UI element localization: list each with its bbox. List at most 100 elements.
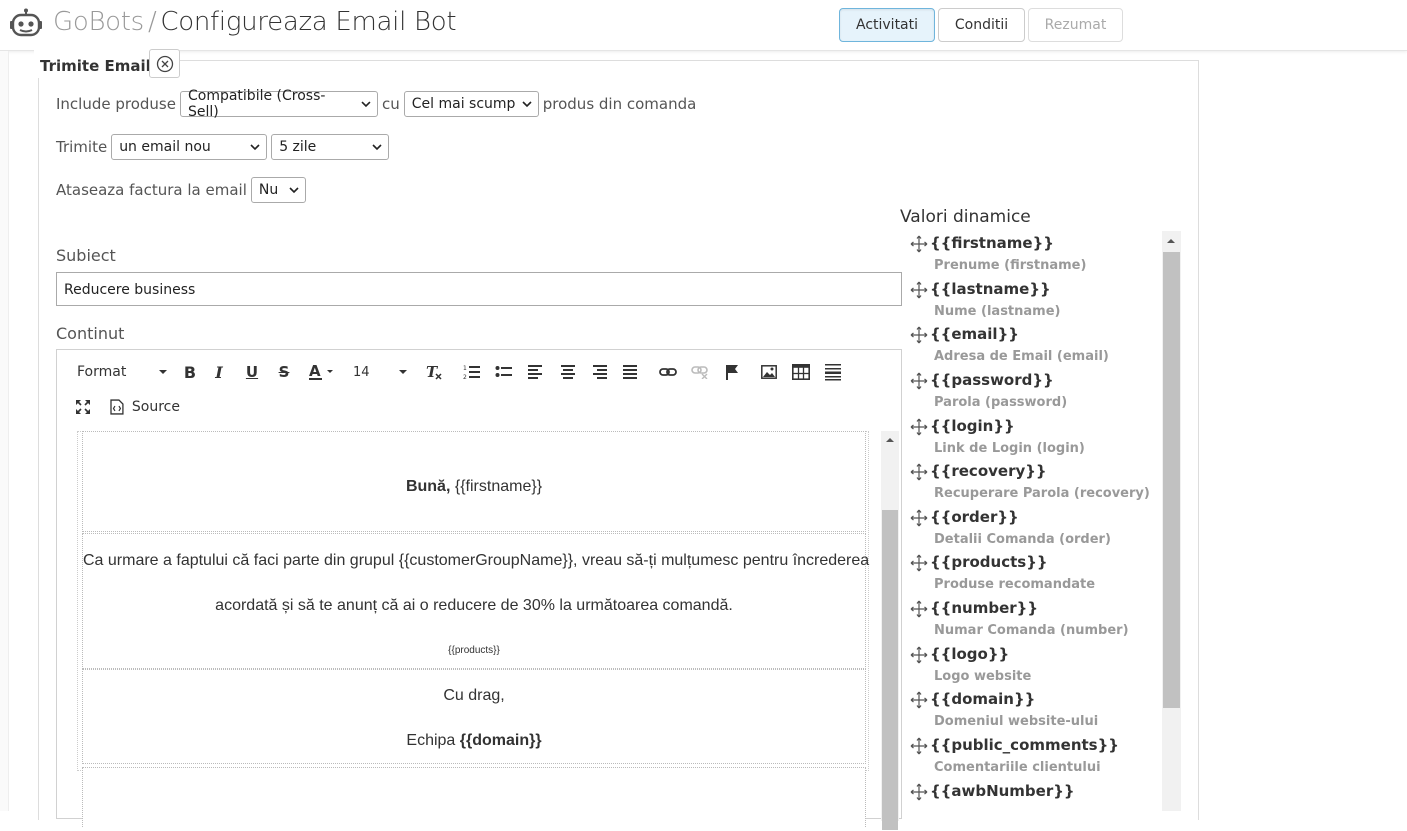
align-center-button[interactable]	[557, 361, 579, 383]
remove-section-button[interactable]	[149, 49, 180, 78]
wizard-tabs: Activitati Conditii Rezumat	[839, 8, 1123, 42]
image-icon	[761, 365, 777, 379]
move-icon[interactable]	[910, 691, 928, 709]
flag-icon	[726, 365, 738, 380]
move-icon[interactable]	[910, 600, 928, 618]
strikethrough-button[interactable]: S	[273, 361, 295, 383]
scroll-up-icon[interactable]	[1167, 238, 1175, 244]
attach-invoice-row: Ataseaza factura la email Nu	[56, 177, 306, 203]
greeting-bold: Bună,	[405, 478, 451, 495]
send-mode-select[interactable]: un email nou	[111, 134, 268, 160]
move-icon[interactable]	[910, 783, 928, 801]
dynamic-value-desc: Link de Login (login)	[934, 441, 1085, 456]
subject-input[interactable]: Reducere business	[56, 272, 902, 306]
dynamic-value-tag: {{logo}}	[930, 645, 1010, 663]
bold-button[interactable]: B	[179, 361, 201, 383]
tab-conditii[interactable]: Conditii	[938, 8, 1025, 42]
format-label: Format	[77, 364, 127, 380]
italic-button[interactable]: I	[208, 361, 230, 383]
include-sort-select[interactable]: Cel mai scump	[403, 91, 539, 117]
body-block: Ca urmare a faptului că faci parte din g…	[82, 533, 869, 669]
underline-button[interactable]: U	[241, 361, 263, 383]
dynamic-value-tag: {{awbNumber}}	[930, 782, 1075, 800]
chevron-down-icon	[372, 144, 382, 151]
send-delay-select[interactable]: 5 zile	[271, 134, 390, 160]
editor-scrollbar[interactable]	[881, 431, 899, 830]
underline-icon: U	[245, 363, 259, 381]
link-button[interactable]	[657, 361, 679, 383]
align-right-button[interactable]	[588, 361, 610, 383]
include-sort-value: Cel mai scump	[411, 96, 516, 112]
content-label: Continut	[56, 324, 125, 343]
font-size-dropdown[interactable]: 14	[353, 361, 407, 383]
move-icon[interactable]	[910, 418, 928, 436]
dynamic-value-desc: Recuperare Parola (recovery)	[934, 486, 1150, 501]
move-icon[interactable]	[910, 326, 928, 344]
team-variable: {{domain}}	[459, 732, 542, 749]
format-dropdown[interactable]: Format	[77, 361, 167, 383]
include-suffix: produs din comanda	[542, 95, 697, 113]
source-icon	[110, 399, 124, 415]
brand-name[interactable]: GoBots	[53, 7, 144, 37]
table-button[interactable]	[790, 361, 812, 383]
tab-activitati[interactable]: Activitati	[839, 8, 935, 42]
dynamic-value-desc: Produse recomandate	[934, 577, 1096, 592]
numbered-list-button[interactable]: 12	[461, 361, 483, 383]
anchor-button[interactable]	[721, 361, 743, 383]
dynamic-value-desc: Parola (password)	[934, 395, 1068, 410]
italic-icon: I	[215, 362, 223, 382]
attach-select[interactable]: Nu	[250, 177, 306, 203]
robot-logo-icon	[10, 8, 42, 37]
source-button[interactable]: Source	[110, 396, 180, 418]
move-icon[interactable]	[910, 737, 928, 755]
footer-block	[82, 767, 866, 827]
dynamic-values-scrollbar[interactable]	[1162, 231, 1181, 811]
include-connector: cu	[381, 95, 400, 113]
move-icon[interactable]	[910, 372, 928, 390]
image-button[interactable]	[758, 361, 780, 383]
scroll-up-icon[interactable]	[886, 437, 894, 443]
move-icon[interactable]	[910, 646, 928, 664]
include-type-select[interactable]: Compatibile (Cross-Sell)	[179, 88, 378, 120]
svg-text:2: 2	[463, 374, 467, 380]
align-left-icon	[528, 365, 542, 379]
unlink-icon	[691, 366, 708, 379]
move-icon[interactable]	[910, 235, 928, 253]
text-color-button[interactable]: A	[307, 361, 339, 383]
dynamic-values-list: {{firstname}} Prenume (firstname) {{last…	[900, 231, 1182, 811]
font-size-value: 14	[353, 364, 370, 380]
clear-format-button[interactable]: T	[423, 361, 445, 383]
editor-content-area[interactable]: Bună, {{firstname}} Ca urmare a faptului…	[77, 431, 869, 831]
caret-down-icon	[159, 370, 167, 374]
page-title: GoBots / Configureaza Email Bot	[53, 7, 457, 37]
dynamic-value-tag: {{number}}	[930, 599, 1039, 617]
greeting-line: Bună, {{firstname}}	[83, 478, 865, 496]
chevron-down-icon	[522, 101, 532, 108]
align-center-icon	[561, 365, 575, 379]
top-header: GoBots / Configureaza Email Bot Activitati…	[0, 0, 1407, 51]
dynamic-value-tag: {{password}}	[930, 371, 1054, 389]
send-row: Trimite un email nou 5 zile	[56, 134, 390, 160]
move-icon[interactable]	[910, 463, 928, 481]
move-icon[interactable]	[910, 509, 928, 527]
editor-scroll-thumb[interactable]	[882, 510, 898, 830]
page-heading: Configureaza Email Bot	[160, 7, 457, 37]
unlink-button	[689, 361, 711, 383]
include-label: Include produse	[56, 95, 176, 113]
chevron-down-icon	[250, 144, 260, 151]
attach-label: Ataseaza factura la email	[56, 181, 247, 199]
attach-value: Nu	[258, 182, 279, 198]
send-label: Trimite	[56, 138, 108, 156]
subject-label: Subiect	[56, 246, 116, 265]
dynamic-values-scroll-thumb[interactable]	[1163, 252, 1180, 708]
move-icon[interactable]	[910, 554, 928, 572]
justify-button[interactable]	[619, 361, 641, 383]
align-left-button[interactable]	[525, 361, 547, 383]
maximize-button[interactable]	[72, 396, 94, 418]
dynamic-value-desc: Adresa de Email (email)	[934, 349, 1109, 364]
horizontal-rule-button[interactable]	[822, 361, 844, 383]
dynamic-values-title: Valori dinamice	[900, 207, 1031, 227]
signoff-line: Cu drag,	[443, 687, 505, 704]
move-icon[interactable]	[910, 281, 928, 299]
bullet-list-button[interactable]	[493, 361, 515, 383]
